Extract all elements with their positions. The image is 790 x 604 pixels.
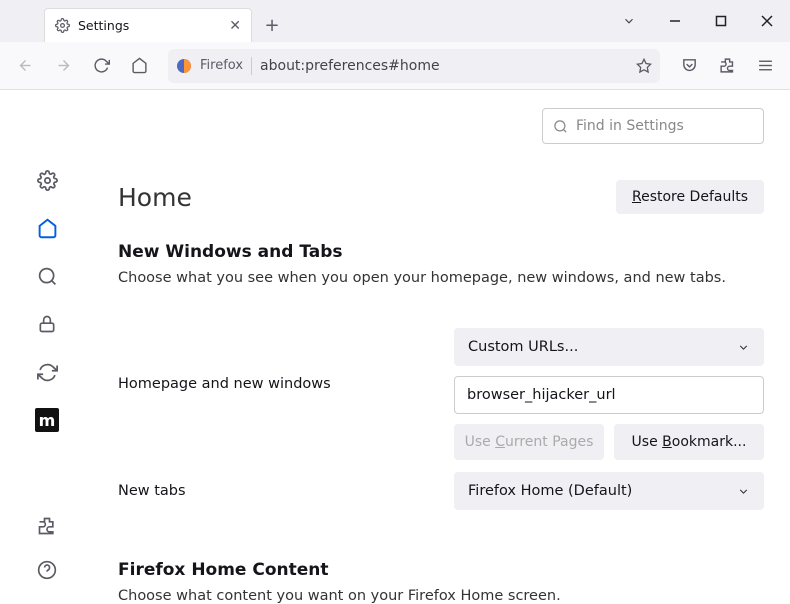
home-button[interactable] [122, 49, 156, 83]
newtabs-label: New tabs [118, 483, 454, 499]
use-current-pages-button[interactable]: Use Current Pages [454, 424, 604, 460]
urlbar-separator [251, 57, 252, 75]
url-bar[interactable]: Firefox about:preferences#home [168, 49, 660, 83]
search-icon [553, 119, 568, 134]
new-tab-button[interactable]: + [258, 11, 286, 39]
sidebar-privacy-icon[interactable] [35, 312, 59, 336]
tab-bar: Settings ✕ + [0, 0, 790, 42]
section-new-windows-title: New Windows and Tabs [118, 242, 764, 262]
newtabs-mode-value: Firefox Home (Default) [468, 483, 632, 499]
restore-defaults-button[interactable]: Restore Defaults [616, 180, 764, 214]
close-tab-icon[interactable]: ✕ [229, 18, 241, 34]
gear-icon [55, 18, 70, 33]
section-new-windows-desc: Choose what you see when you open your h… [118, 270, 764, 286]
homepage-mode-select[interactable]: Custom URLs... [454, 328, 764, 366]
window-close-button[interactable] [744, 0, 790, 42]
sidebar-more-icon[interactable]: m [35, 408, 59, 432]
urlbar-identity-label: Firefox [200, 58, 243, 73]
sidebar-sync-icon[interactable] [35, 360, 59, 384]
reload-button[interactable] [84, 49, 118, 83]
find-in-settings-input[interactable]: Find in Settings [542, 108, 764, 144]
chevron-down-icon [737, 485, 750, 498]
toolbar: Firefox about:preferences#home [0, 42, 790, 90]
tab-title: Settings [78, 18, 129, 33]
pocket-icon[interactable] [672, 49, 706, 83]
chevron-down-icon [737, 341, 750, 354]
use-bookmark-button[interactable]: Use Bookmark... [614, 424, 764, 460]
sidebar-extensions-icon[interactable] [35, 514, 59, 538]
page-title: Home [118, 183, 192, 212]
forward-button[interactable] [46, 49, 80, 83]
section-home-content-title: Firefox Home Content [118, 560, 764, 580]
extensions-icon[interactable] [710, 49, 744, 83]
find-in-settings-placeholder: Find in Settings [576, 118, 684, 134]
sidebar-home-icon[interactable] [35, 216, 59, 240]
sidebar-general-icon[interactable] [35, 168, 59, 192]
newtabs-mode-select[interactable]: Firefox Home (Default) [454, 472, 764, 510]
homepage-mode-value: Custom URLs... [468, 339, 578, 355]
bookmark-star-icon[interactable] [636, 58, 652, 74]
app-menu-icon[interactable] [748, 49, 782, 83]
back-button[interactable] [8, 49, 42, 83]
window-minimize-button[interactable] [652, 0, 698, 42]
urlbar-address: about:preferences#home [260, 58, 440, 74]
sidebar-search-icon[interactable] [35, 264, 59, 288]
content: Find in Settings Home Restore Defaults N… [94, 90, 790, 602]
main-area: m Find in Settings Home Restore Defaults… [0, 90, 790, 602]
browser-tab[interactable]: Settings ✕ [44, 8, 252, 42]
homepage-url-input[interactable] [454, 376, 764, 414]
firefox-icon [176, 58, 192, 74]
settings-sidebar: m [0, 90, 94, 602]
tabs-dropdown-icon[interactable] [606, 0, 652, 42]
homepage-label: Homepage and new windows [118, 328, 454, 392]
window-maximize-button[interactable] [698, 0, 744, 42]
sidebar-help-icon[interactable] [35, 558, 59, 582]
